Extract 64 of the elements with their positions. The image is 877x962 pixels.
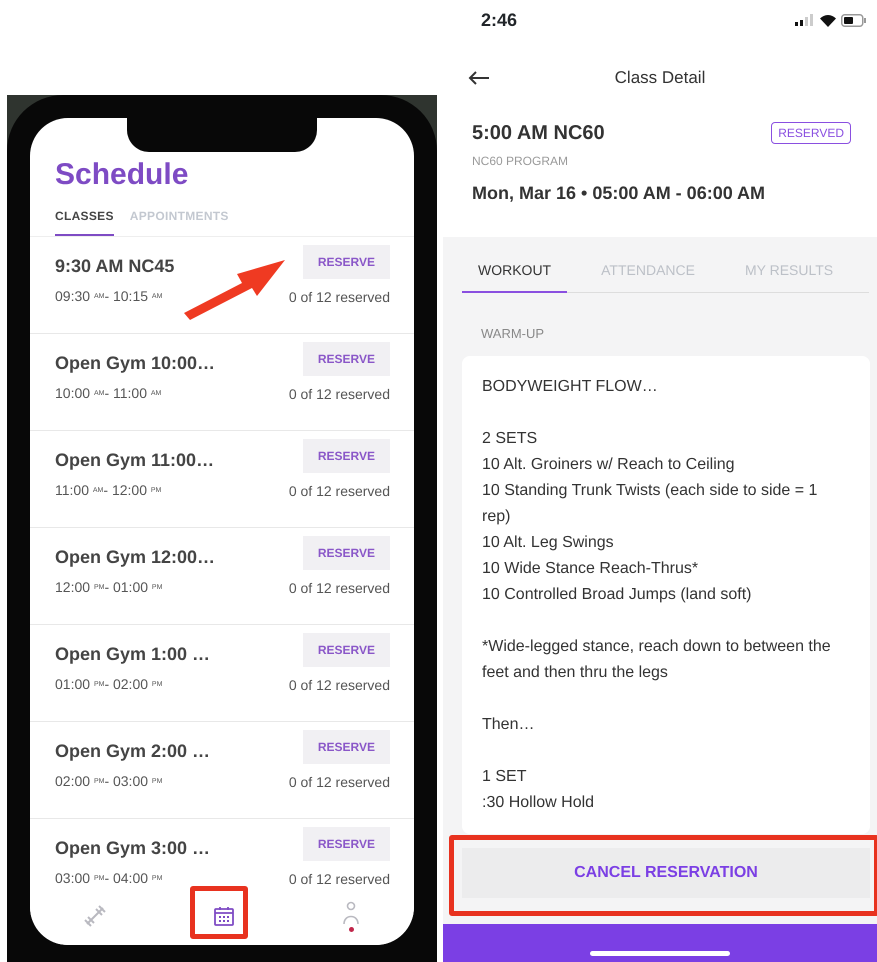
capacity-text: 0 of 12 reserved bbox=[288, 385, 390, 404]
workout-line: 10 Controlled Broad Jumps (land soft) bbox=[482, 584, 752, 604]
class-name: 9:30 AM NC45 bbox=[55, 255, 174, 278]
class-name: Open Gym 11:00… bbox=[55, 449, 214, 472]
class-row[interactable]: Open Gym 2:00 … 02:00 $^{PM}$- 03:00 $^{PM}$ RESERVE 0 of 12 reserved bbox=[30, 722, 414, 819]
class-name: 5:00 AM NC60 bbox=[472, 121, 605, 146]
section-label: WARM-UP bbox=[481, 325, 546, 343]
highlight-frame bbox=[190, 886, 248, 939]
tab[interactable]: CLASSES bbox=[55, 207, 114, 236]
class-time: 11:00 $^{AM}$- 12:00 $^{PM}$ bbox=[55, 481, 162, 500]
workout-line: *Wide-legged stance, reach down to between the feet and then thru the legs bbox=[482, 636, 832, 682]
status-time: 2:46 bbox=[481, 8, 518, 32]
wifi-icon bbox=[819, 14, 837, 26]
class-time: 03:00 $^{PM}$- 04:00 $^{PM}$ bbox=[55, 869, 164, 887]
capacity-text: 0 of 12 reserved bbox=[288, 773, 390, 792]
person-icon bbox=[340, 900, 362, 924]
calendar-icon bbox=[212, 904, 236, 928]
capacity-text: 0 of 12 reserved bbox=[288, 482, 390, 501]
screen-title: Class Detail bbox=[614, 67, 706, 90]
class-name: Open Gym 3:00 … bbox=[55, 837, 210, 860]
capacity-text: 0 of 12 reserved bbox=[288, 870, 390, 887]
reserve-button[interactable]: RESERVE bbox=[302, 827, 390, 861]
workout-line: BODYWEIGHT FLOW… bbox=[482, 376, 659, 396]
class-time: 10:00 $^{AM}$- 11:00 $^{AM}$ bbox=[55, 384, 162, 403]
class-name: Open Gym 12:00… bbox=[55, 546, 216, 569]
class-name: Open Gym 10:00… bbox=[55, 352, 216, 375]
reserve-button[interactable]: RESERVE bbox=[302, 536, 390, 570]
reserve-button[interactable]: RESERVE bbox=[302, 439, 390, 473]
reserve-button[interactable]: RESERVE bbox=[302, 633, 390, 667]
class-name: Open Gym 2:00 … bbox=[55, 740, 210, 763]
class-date-time: Mon, Mar 16 • 05:00 AM - 06:00 AM bbox=[472, 182, 766, 205]
workout-line: 10 Standing Trunk Twists (each side to side = 1 rep) bbox=[482, 480, 818, 526]
program-name: NC60 PROGRAM bbox=[472, 153, 570, 170]
class-time: 09:30 $^{AM}$- 10:15 $^{AM}$ bbox=[55, 287, 164, 306]
reserve-button[interactable]: RESERVE bbox=[302, 342, 390, 376]
class-row[interactable]: Open Gym 11:00… 11:00 $^{AM}$- 12:00 $^{PM}$ RESERVE 0 of 12 reserved bbox=[30, 431, 414, 528]
reserve-button[interactable]: RESERVE bbox=[302, 730, 390, 764]
back-arrow-icon[interactable] bbox=[468, 71, 490, 85]
capacity-text: 0 of 12 reserved bbox=[288, 288, 390, 307]
signal-icon bbox=[795, 14, 815, 26]
class-time: 12:00 $^{PM}$- 01:00 $^{PM}$ bbox=[55, 578, 164, 597]
workout-line: 2 SETS bbox=[482, 428, 538, 448]
class-row[interactable]: Open Gym 12:00… 12:00 $^{PM}$- 01:00 $^{PM}$ RESERVE 0 of 12 reserved bbox=[30, 528, 414, 625]
workout-line: 10 Alt. Groiners w/ Reach to Ceiling bbox=[482, 454, 736, 474]
tab[interactable]: WORKOUT bbox=[462, 251, 568, 293]
class-row[interactable]: Open Gym 1:00 … 01:00 $^{PM}$- 02:00 $^{PM}$ RESERVE 0 of 12 reserved bbox=[30, 625, 414, 722]
cancel-reservation-button[interactable]: CANCEL RESERVATION bbox=[462, 848, 870, 898]
workout-line: 1 SET bbox=[482, 766, 528, 786]
workout-line: Then… bbox=[482, 714, 536, 734]
workout-line: :30 Hollow Hold bbox=[482, 792, 596, 812]
class-row[interactable]: Open Gym 10:00… 10:00 $^{AM}$- 11:00 $^{AM}$ RESERVE 0 of 12 reserved bbox=[30, 334, 414, 431]
class-time: 02:00 $^{PM}$- 03:00 $^{PM}$ bbox=[55, 772, 164, 791]
workout-line: 10 Wide Stance Reach-Thrus* bbox=[482, 558, 700, 578]
workout-line: 10 Alt. Leg Swings bbox=[482, 532, 615, 552]
reserve-button[interactable]: RESERVE bbox=[302, 245, 390, 279]
dumbbell-icon bbox=[82, 903, 108, 929]
capacity-text: 0 of 12 reserved bbox=[288, 579, 390, 598]
battery-icon bbox=[841, 14, 867, 26]
status-badge: RESERVED bbox=[771, 122, 851, 144]
class-name: Open Gym 1:00 … bbox=[55, 643, 210, 666]
page-title: Schedule bbox=[55, 158, 190, 191]
class-time: 01:00 $^{PM}$- 02:00 $^{PM}$ bbox=[55, 675, 164, 694]
capacity-text: 0 of 12 reserved bbox=[288, 676, 390, 695]
notification-dot bbox=[348, 926, 354, 932]
